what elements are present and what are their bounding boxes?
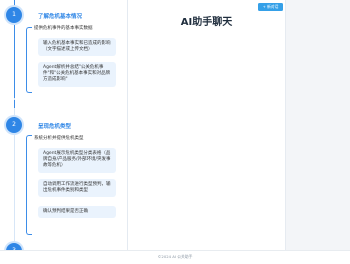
step-card: 输入危机基本事实和已造成的影响（文字描述或上传文档） — [38, 38, 116, 57]
step-number-badge[interactable]: 2 — [6, 117, 22, 133]
step-card: 确认预判结果是否正确 — [38, 206, 116, 219]
step-description: 系统分析并提供危机类型 — [34, 136, 84, 141]
step-timeline: 1 了解危机基本情况 提供危机事件的基本事实数据 输入危机基本事实和已造成的影响… — [0, 0, 128, 250]
timeline-progress-segment — [14, 100, 15, 108]
step-number-badge[interactable]: 3 — [6, 243, 22, 250]
step-card: 自动调用工作流进行类型预判，输出危机事件类别和类型 — [38, 179, 116, 198]
step-description: 提供危机事件的基本事实数据 — [34, 26, 93, 31]
right-panel — [285, 0, 350, 250]
step-card: Agent解析并总结"公关危机事件"和"公关危机基本事实和对品牌方造成影响" — [38, 62, 116, 87]
step-bracket — [26, 27, 32, 93]
page-title: AI助手聊天 — [180, 17, 233, 28]
step-title: 呈现危机类型 — [38, 124, 72, 130]
step-number-badge[interactable]: 1 — [6, 7, 22, 23]
page-footer: ©2024 AI 公关助手 — [0, 250, 350, 264]
step-title: 了解危机基本情况 — [38, 14, 83, 20]
step-bracket — [26, 135, 32, 235]
new-chat-button[interactable]: + 新对话 — [258, 3, 283, 11]
chat-panel: AI助手聊天 — [128, 0, 285, 250]
step-card: Agent展示危机类型分类表格（品牌自身/产品服务/外部环境/突发事故等危机） — [38, 148, 116, 173]
